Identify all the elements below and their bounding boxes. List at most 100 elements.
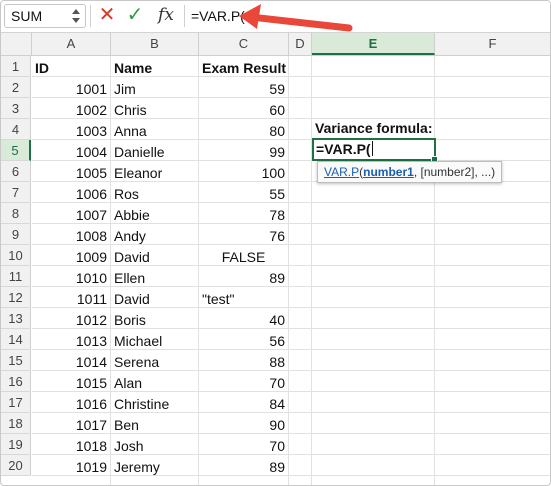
cell-id[interactable]: 1012 xyxy=(32,310,107,331)
tooltip-function-link[interactable]: VAR.P xyxy=(324,165,359,179)
cell-exam-result[interactable]: 55 xyxy=(199,184,285,205)
cell-exam-result[interactable]: 88 xyxy=(199,352,285,373)
cell-name[interactable]: David xyxy=(114,247,150,268)
row-header-8[interactable]: 8 xyxy=(1,203,31,224)
cancel-icon[interactable]: ✕ xyxy=(98,4,116,26)
select-all-corner[interactable] xyxy=(1,33,32,55)
row-header-19[interactable]: 19 xyxy=(1,434,31,455)
row-header-9[interactable]: 9 xyxy=(1,224,31,245)
header-name[interactable]: Name xyxy=(114,58,152,79)
cell-id[interactable]: 1005 xyxy=(32,163,107,184)
column-headers: A B C D E F xyxy=(1,33,550,56)
cell-name[interactable]: Eleanor xyxy=(114,163,162,184)
formula-bar: SUM ✕ ✓ fx =VAR.P( xyxy=(1,1,550,33)
row-header-15[interactable]: 15 xyxy=(1,350,31,371)
cell-name[interactable]: Danielle xyxy=(114,142,165,163)
name-box[interactable]: SUM xyxy=(4,4,86,28)
row-header-18[interactable]: 18 xyxy=(1,413,31,434)
cell-exam-result[interactable]: 60 xyxy=(199,100,285,121)
cell-exam-result[interactable]: 76 xyxy=(199,226,285,247)
row-header-1[interactable]: 1 xyxy=(1,56,31,77)
tooltip-arg-number1[interactable]: number1 xyxy=(363,165,414,179)
cell-id[interactable]: 1008 xyxy=(32,226,107,247)
cell-name[interactable]: Abbie xyxy=(114,205,150,226)
cell-name[interactable]: Ros xyxy=(114,184,139,205)
cell-exam-result[interactable]: 59 xyxy=(199,79,285,100)
cell-id[interactable]: 1003 xyxy=(32,121,107,142)
column-header-e[interactable]: E xyxy=(312,33,435,55)
active-cell-e5[interactable]: =VAR.P( xyxy=(312,138,438,163)
cell-id[interactable]: 1014 xyxy=(32,352,107,373)
cell-name[interactable]: Boris xyxy=(114,310,146,331)
cell-name[interactable]: Alan xyxy=(114,373,142,394)
active-cell-editor[interactable]: =VAR.P( xyxy=(316,140,373,159)
name-box-dropdown-icon[interactable] xyxy=(72,7,80,25)
column-header-f[interactable]: F xyxy=(435,33,550,55)
cell-id[interactable]: 1006 xyxy=(32,184,107,205)
cell-exam-result[interactable]: FALSE xyxy=(199,247,288,268)
cell-name[interactable]: Michael xyxy=(114,331,162,352)
cell-exam-result[interactable]: 84 xyxy=(199,394,285,415)
row-header-20[interactable]: 20 xyxy=(1,455,31,476)
cell-id[interactable]: 1013 xyxy=(32,331,107,352)
column-gridline xyxy=(288,56,289,485)
column-header-a[interactable]: A xyxy=(32,33,111,55)
cell-name[interactable]: Josh xyxy=(114,436,144,457)
cell-name[interactable]: Jeremy xyxy=(114,457,160,478)
column-header-d[interactable]: D xyxy=(289,33,312,55)
insert-function-icon[interactable]: fx xyxy=(155,3,177,27)
cell-id[interactable]: 1019 xyxy=(32,457,107,478)
row-header-6[interactable]: 6 xyxy=(1,161,31,182)
row-header-3[interactable]: 3 xyxy=(1,98,31,119)
cell-exam-result[interactable]: 99 xyxy=(199,142,285,163)
row-header-10[interactable]: 10 xyxy=(1,245,31,266)
row-header-2[interactable]: 2 xyxy=(1,77,31,98)
cell-id[interactable]: 1007 xyxy=(32,205,107,226)
row-header-11[interactable]: 11 xyxy=(1,266,31,287)
cell-id[interactable]: 1016 xyxy=(32,394,107,415)
cell-exam-result[interactable]: "test" xyxy=(202,289,235,310)
cell-exam-result[interactable]: 40 xyxy=(199,310,285,331)
cell-id[interactable]: 1017 xyxy=(32,415,107,436)
row-header-13[interactable]: 13 xyxy=(1,308,31,329)
cell-exam-result[interactable]: 90 xyxy=(199,415,285,436)
cell-id[interactable]: 1011 xyxy=(32,289,107,310)
cell-name[interactable]: Ben xyxy=(114,415,139,436)
row-header-17[interactable]: 17 xyxy=(1,392,31,413)
cell-exam-result[interactable]: 100 xyxy=(199,163,285,184)
cell-name[interactable]: Christine xyxy=(114,394,169,415)
cell-name[interactable]: David xyxy=(114,289,150,310)
variance-label[interactable]: Variance formula: xyxy=(315,118,433,139)
cell-exam-result[interactable]: 80 xyxy=(199,121,285,142)
cell-exam-result[interactable]: 56 xyxy=(199,331,285,352)
cell-id[interactable]: 1018 xyxy=(32,436,107,457)
row-header-16[interactable]: 16 xyxy=(1,371,31,392)
column-header-b[interactable]: B xyxy=(111,33,199,55)
header-exam-result[interactable]: Exam Result xyxy=(202,58,286,79)
cell-name[interactable]: Serena xyxy=(114,352,159,373)
cell-id[interactable]: 1010 xyxy=(32,268,107,289)
cell-exam-result[interactable]: 89 xyxy=(199,457,285,478)
cell-name[interactable]: Andy xyxy=(114,226,146,247)
column-header-c[interactable]: C xyxy=(199,33,289,55)
cell-exam-result[interactable]: 89 xyxy=(199,268,285,289)
row-header-12[interactable]: 12 xyxy=(1,287,31,308)
row-header-4[interactable]: 4 xyxy=(1,119,31,140)
row-header-14[interactable]: 14 xyxy=(1,329,31,350)
cell-name[interactable]: Jim xyxy=(114,79,136,100)
cell-exam-result[interactable]: 78 xyxy=(199,205,285,226)
cell-id[interactable]: 1004 xyxy=(32,142,107,163)
row-header-7[interactable]: 7 xyxy=(1,182,31,203)
cell-id[interactable]: 1001 xyxy=(32,79,107,100)
cell-id[interactable]: 1002 xyxy=(32,100,107,121)
header-id[interactable]: ID xyxy=(35,58,49,79)
cell-name[interactable]: Chris xyxy=(114,100,147,121)
cell-id[interactable]: 1015 xyxy=(32,373,107,394)
enter-check-icon[interactable]: ✓ xyxy=(125,4,145,26)
row-header-5[interactable]: 5 xyxy=(1,140,31,161)
cell-name[interactable]: Ellen xyxy=(114,268,145,289)
cell-id[interactable]: 1009 xyxy=(32,247,107,268)
cell-name[interactable]: Anna xyxy=(114,121,147,142)
cell-exam-result[interactable]: 70 xyxy=(199,373,285,394)
cell-exam-result[interactable]: 70 xyxy=(199,436,285,457)
